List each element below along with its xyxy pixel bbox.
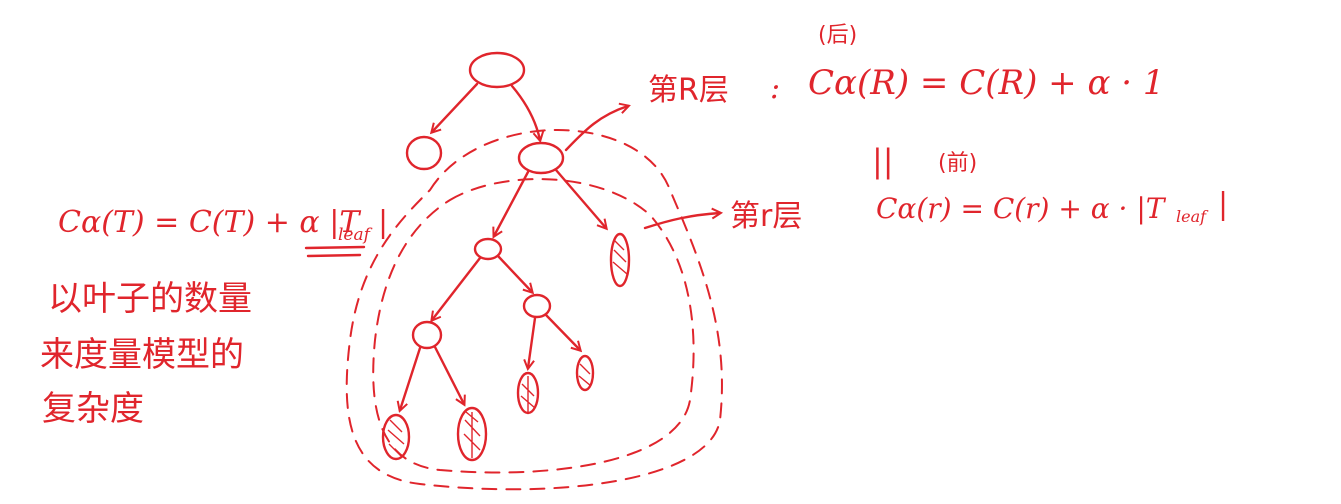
label-before: (前): [938, 151, 977, 176]
formula-whole-tree: Cα(T) = C(T) + α |T leaf |: [58, 205, 388, 258]
formula-whole-tree-main: Cα(T) = C(T) + α |T: [58, 205, 361, 240]
formula-layer-r: (前) 第r层 Cα(r) = C(r) + α · |T leaf |: [730, 151, 1228, 234]
formula-whole-tree-sub: leaf: [338, 225, 373, 245]
label-after: (后): [818, 23, 857, 48]
tree-leaf-1: [609, 232, 631, 288]
subtree-outline-outer: [345, 129, 723, 491]
underline-leaf-1: [304, 245, 366, 250]
tree-node-l4b: [522, 293, 552, 319]
formula-layer-r-sub: leaf: [1176, 207, 1209, 226]
label-layer-r: 第r层: [730, 199, 802, 234]
layer-R-colon: :: [770, 71, 780, 106]
pointer-arrow-R: [564, 106, 628, 152]
leaf-hatching: [387, 239, 628, 458]
complexity-note: 以叶子的数量 来度量模型的 复杂度: [40, 279, 252, 429]
formula-layer-r-close: |: [1218, 187, 1228, 222]
note-line-2: 来度量模型的: [40, 335, 244, 375]
decision-tree: [345, 51, 723, 491]
label-layer-R: 第R层: [648, 73, 729, 108]
parallel-mark: ||: [872, 142, 894, 180]
note-line-3: 复杂度: [42, 389, 144, 429]
formula-layer-R-main: Cα(R) = C(R) + α · 1: [808, 63, 1164, 103]
note-line-1: 以叶子的数量: [48, 279, 252, 319]
tree-node-R: [517, 141, 565, 175]
formula-layer-r-main: Cα(r) = C(r) + α · |T: [876, 192, 1167, 225]
formula-whole-tree-close: |: [378, 205, 388, 240]
tree-node-root: [468, 51, 526, 89]
underline-leaf-2: [306, 253, 362, 258]
tree-node-l4a: [411, 320, 443, 350]
tree-node-left: [405, 135, 443, 171]
formula-layer-R: (后) 第R层 : Cα(R) = C(R) + α · 1: [648, 23, 1164, 108]
tree-edges: [400, 82, 606, 410]
whiteboard-canvas: Cα(T) = C(T) + α |T leaf | 以叶子的数量 来度量模型的…: [40, 23, 1228, 491]
